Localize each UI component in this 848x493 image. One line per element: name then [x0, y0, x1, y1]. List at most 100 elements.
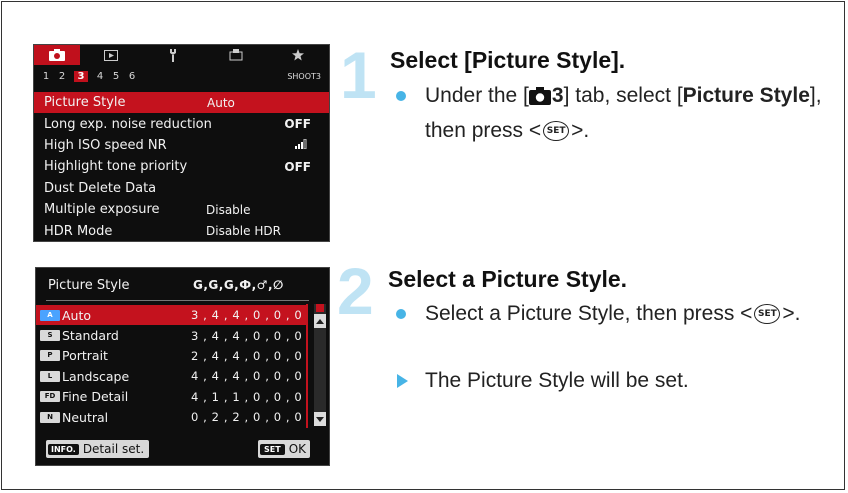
style-badge-icon: FD: [40, 391, 60, 403]
camera-menu-screen: 1 2 3 4 5 6 SHOOT3 Picture Style Auto Lo…: [33, 44, 330, 242]
step-title: Select [Picture Style].: [390, 47, 626, 73]
param-icons: Ǥ,Ǥ,Ǥ,Ф,♂,∅: [193, 278, 284, 292]
menu-item-picture-style[interactable]: Picture Style Auto: [34, 92, 329, 114]
menu-subtabs: 1 2 3 4 5 6 SHOOT3: [34, 65, 329, 87]
instruction-text: Under the [: [425, 84, 529, 107]
list-item[interactable]: N Neutral 0 , 2 , 2 , 0 , 0 , 0: [36, 407, 308, 427]
subtab-name: SHOOT3: [287, 71, 321, 81]
tab-number: 3: [551, 84, 564, 107]
style-label: Portrait: [62, 348, 108, 364]
style-badge-icon: N: [40, 411, 60, 423]
picture-style-screen: Picture Style Ǥ,Ǥ,Ǥ,Ф,♂,∅ A Auto 3 , 4 ,…: [35, 267, 330, 466]
menu-item-value: OFF: [284, 159, 311, 174]
wrench-icon: [168, 48, 178, 62]
subtab-6[interactable]: 6: [124, 71, 140, 82]
screen-footer: INFO. Detail set. SET OK: [36, 440, 329, 460]
style-values: 4 , 1 , 1 , 0 , 0 , 0: [191, 389, 303, 404]
instruction-text: >.: [571, 119, 590, 142]
list-item[interactable]: FD Fine Detail 4 , 1 , 1 , 0 , 0 , 0: [36, 387, 308, 407]
instruction-bold: Picture Style: [682, 84, 810, 107]
list-item[interactable]: L Landscape 4 , 4 , 4 , 0 , 0 , 0: [36, 366, 308, 386]
style-values: 3 , 4 , 4 , 0 , 0 , 0: [191, 308, 303, 323]
scroll-down-icon[interactable]: [314, 412, 326, 426]
instruction-text: >.: [782, 302, 801, 325]
list-item[interactable]: A Auto 3 , 4 , 4 , 0 , 0 , 0: [36, 305, 308, 326]
star-icon: [291, 49, 304, 61]
step-number: 2: [337, 254, 374, 328]
tab-mymenu[interactable]: [267, 45, 329, 65]
menu-item-label: High ISO speed NR: [44, 137, 167, 153]
ok-button[interactable]: SET OK: [258, 440, 311, 458]
menu-item-label: Dust Delete Data: [44, 180, 157, 196]
tab-custom[interactable]: [205, 45, 267, 65]
detail-set-button[interactable]: INFO. Detail set.: [46, 440, 150, 458]
subtab-4[interactable]: 4: [92, 71, 108, 82]
set-button-icon: SET: [754, 304, 781, 325]
set-button-icon: SET: [543, 121, 570, 142]
scrollbar[interactable]: [314, 304, 326, 426]
tab-shooting[interactable]: [34, 45, 80, 65]
menu-item-label: Picture Style: [44, 95, 126, 111]
camera-icon: [528, 83, 551, 115]
divider: [46, 300, 309, 301]
set-key: SET: [260, 443, 285, 455]
playback-icon: [104, 49, 119, 61]
camera-icon: [49, 49, 65, 61]
scroll-up-icon[interactable]: [314, 314, 326, 328]
menu-item-label: HDR Mode: [44, 223, 113, 239]
menu-item-high-iso-nr[interactable]: High ISO speed NR: [34, 135, 329, 156]
nr-level-icon: [295, 138, 307, 152]
instruction-text: Select a Picture Style, then press <: [425, 302, 753, 325]
menu-item-long-exp-nr[interactable]: Long exp. noise reduction OFF: [34, 113, 329, 134]
tab-setup[interactable]: [142, 45, 204, 65]
picture-style-header: Picture Style Ǥ,Ǥ,Ǥ,Ф,♂,∅: [36, 268, 329, 302]
info-key: INFO.: [48, 443, 79, 455]
instruction-text: ] tab, select [: [563, 84, 683, 107]
detail-set-label: Detail set.: [82, 442, 145, 456]
subtab-2[interactable]: 2: [54, 71, 70, 82]
menu-item-multiple-exposure[interactable]: Multiple exposure Disable: [34, 199, 329, 220]
subtab-5[interactable]: 5: [108, 71, 124, 82]
menu-item-label: Multiple exposure: [44, 202, 160, 218]
list-item[interactable]: S Standard 3 , 4 , 4 , 0 , 0 , 0: [36, 325, 308, 345]
subtab-1[interactable]: 1: [38, 71, 54, 82]
custom-icon: [229, 49, 243, 61]
style-label: Neutral: [62, 409, 109, 425]
menu-item-highlight-tone[interactable]: Highlight tone priority OFF: [34, 156, 329, 177]
bullet-dot-icon: [396, 309, 406, 319]
style-badge-icon: A: [40, 309, 60, 321]
menu-item-dust-delete[interactable]: Dust Delete Data: [34, 178, 329, 199]
menu-item-value: Disable HDR: [206, 224, 281, 239]
scroll-thumb[interactable]: [316, 304, 324, 312]
bullet-dot-icon: [396, 91, 406, 101]
instruction-paragraph: Select a Picture Style, then press < SET >…: [396, 298, 837, 330]
step-number: 1: [340, 38, 377, 112]
step-title: Select a Picture Style.: [388, 266, 628, 292]
result-text: The Picture Style will be set.: [425, 369, 689, 392]
style-label: Fine Detail: [62, 389, 129, 405]
selection-edge: [306, 304, 308, 428]
menu-item-label: Highlight tone priority: [44, 159, 188, 175]
style-badge-icon: L: [40, 370, 60, 382]
tab-playback[interactable]: [80, 45, 142, 65]
menu-list: Picture Style Auto Long exp. noise reduc…: [34, 92, 329, 242]
menu-tabs: [34, 45, 329, 65]
screen-title: Picture Style: [48, 277, 130, 293]
style-label: Standard: [62, 328, 119, 344]
instruction-paragraph: Under the [ 3] tab, select [Picture Style…: [396, 80, 837, 147]
menu-item-hdr-mode[interactable]: HDR Mode Disable HDR: [34, 220, 329, 241]
result-arrow-icon: [397, 374, 408, 388]
subtab-3[interactable]: 3: [74, 70, 88, 82]
style-badge-icon: P: [40, 350, 60, 362]
style-values: 4 , 4 , 4 , 0 , 0 , 0: [191, 369, 303, 384]
style-label: Auto: [62, 307, 92, 323]
menu-item-value: Disable: [206, 202, 251, 217]
picture-style-list: A Auto 3 , 4 , 4 , 0 , 0 , 0 S Standard …: [36, 305, 308, 427]
ok-label: OK: [288, 442, 307, 456]
style-label: Landscape: [62, 368, 130, 384]
list-item[interactable]: P Portrait 2 , 4 , 4 , 0 , 0 , 0: [36, 346, 308, 366]
style-values: 3 , 4 , 4 , 0 , 0 , 0: [191, 328, 303, 343]
result-paragraph: The Picture Style will be set.: [397, 365, 837, 397]
style-values: 2 , 4 , 4 , 0 , 0 , 0: [191, 348, 303, 363]
style-values: 0 , 2 , 2 , 0 , 0 , 0: [191, 410, 303, 425]
